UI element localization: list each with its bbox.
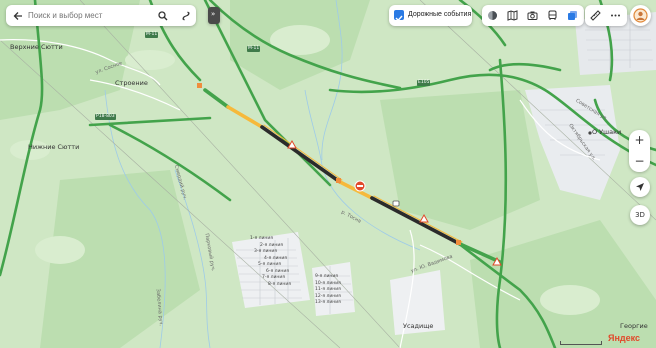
collapse-label: »: [211, 10, 216, 18]
route-icon[interactable]: [178, 8, 193, 23]
place-stroenie: Строение: [115, 79, 148, 87]
avatar[interactable]: [630, 5, 651, 26]
street-label: 6-я линия: [266, 268, 289, 274]
street-label: 9-я линия: [315, 274, 338, 279]
route-shield-m11: М-11: [145, 32, 159, 38]
my-location-button[interactable]: [630, 177, 650, 197]
street-label: 13-я линия: [315, 300, 341, 305]
traffic-events-toggle[interactable]: Дорожные события: [389, 5, 472, 26]
street-label: 2-я линия: [260, 242, 283, 248]
traffic-label: Дорожные события: [408, 11, 472, 18]
place-verkhnie-syutti: Верхние Сютти: [10, 43, 63, 51]
street-label: 3-я линия: [254, 249, 277, 254]
3d-button[interactable]: 3D: [630, 205, 650, 225]
settlement-streets: 9-я линия 10-я линия 11-я линия 12-я лин…: [315, 274, 341, 308]
place-georgievskoe: Георгие: [620, 322, 648, 330]
street-label: 8-я линия: [268, 281, 291, 287]
street-label: 12-я линия: [315, 293, 341, 299]
transit-icon[interactable]: [545, 8, 560, 23]
search-input[interactable]: [28, 8, 148, 23]
zoom-out-button[interactable]: −: [629, 152, 650, 171]
yandex-logo: Яндекс: [608, 333, 641, 343]
street-label: 1-я линия: [250, 236, 273, 241]
more-icon[interactable]: [608, 8, 623, 23]
panorama-icon[interactable]: [505, 8, 520, 23]
place-ushaki: О Ушаки: [592, 128, 622, 136]
route-shield-r18: Р18-803: [95, 114, 116, 120]
street-label: 7-я линия: [262, 275, 285, 280]
ruler-icon[interactable]: [588, 8, 603, 23]
camera-icon[interactable]: [392, 200, 400, 207]
route-shield-e105: Е105: [417, 80, 431, 86]
map-type-icon[interactable]: [485, 8, 500, 23]
3d-label: 3D: [635, 211, 645, 219]
ruler-scale: [560, 341, 602, 345]
settlement-streets: 1-я линия 2-я линия 3-я линия 4-я линия …: [250, 236, 291, 289]
zoom-in-button[interactable]: +: [629, 131, 650, 150]
street-label: 10-я линия: [315, 280, 341, 286]
collapse-sidebar-button[interactable]: »: [208, 7, 220, 24]
search-icon[interactable]: [155, 8, 170, 23]
street-label: 11-я линия: [315, 287, 341, 292]
layers-toolbar: [482, 5, 584, 26]
street-label: 4-я линия: [264, 255, 287, 261]
route-shield-m11: М-11: [247, 46, 261, 52]
layers-icon[interactable]: [565, 8, 580, 23]
road-closed-icon[interactable]: [354, 180, 366, 192]
search-panel: [6, 5, 196, 26]
tools-toolbar: [585, 5, 627, 26]
location-arrow-icon: [636, 183, 644, 191]
zoom-controls: + −: [629, 130, 650, 172]
back-arrow-icon[interactable]: [10, 8, 25, 23]
place-nizhnie-syutti: Нижние Сютти: [28, 143, 80, 151]
camera-layer-icon[interactable]: [525, 8, 540, 23]
street-label: 5-я линия: [258, 262, 281, 267]
place-ussadishe: Усадище: [403, 322, 434, 330]
traffic-checkbox[interactable]: [394, 10, 404, 22]
